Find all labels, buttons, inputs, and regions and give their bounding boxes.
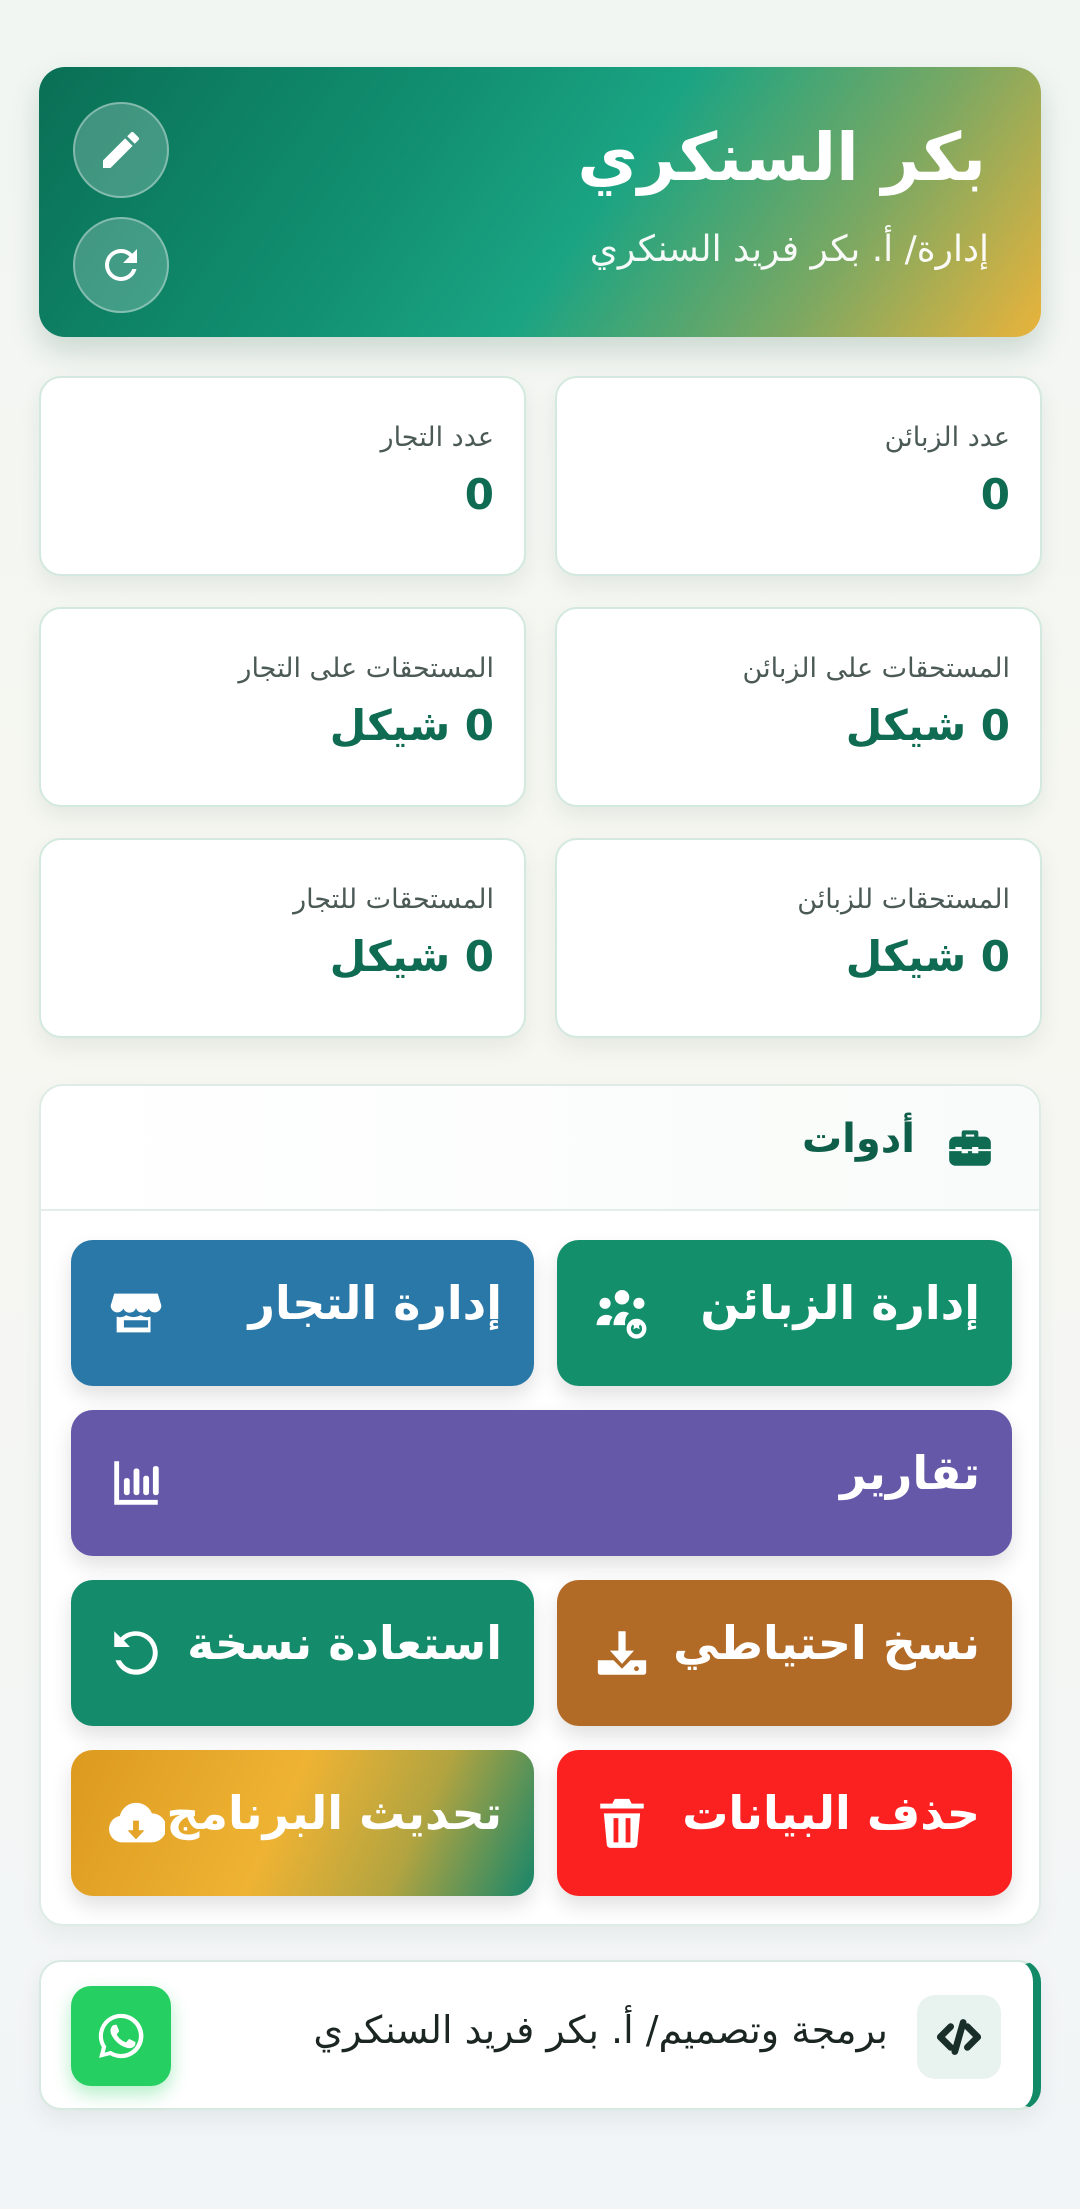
delete-data-button[interactable]: حذف البيانات bbox=[557, 1750, 1012, 1896]
button-label: تقارير bbox=[839, 1446, 980, 1500]
stat-value: 0 شيكل bbox=[329, 701, 494, 750]
header-banner: بكر السنكري إدارة/ أ. بكر فريد السنكري bbox=[39, 67, 1041, 337]
restore-button[interactable]: استعادة نسخة bbox=[71, 1580, 534, 1726]
stat-value: 0 bbox=[980, 470, 1010, 519]
update-program-button[interactable]: تحديث البرنامج bbox=[71, 1750, 534, 1896]
button-label: نسخ احتياطي bbox=[673, 1616, 980, 1670]
stat-value: 0 شيكل bbox=[845, 932, 1010, 981]
whatsapp-button[interactable] bbox=[71, 1986, 171, 2086]
manage-customers-button[interactable]: إدارة الزبائن bbox=[557, 1240, 1012, 1386]
stat-card-due-on-customers: المستحقات على الزبائن 0 شيكل bbox=[555, 607, 1042, 807]
tools-panel: أدوات إدارة الزبائن إدارة التجار تقارير … bbox=[39, 1084, 1041, 1926]
stat-label: عدد الزبائن bbox=[884, 422, 1010, 453]
stat-label: المستحقات للتجار bbox=[293, 884, 494, 915]
stat-label: المستحقات على الزبائن bbox=[742, 653, 1010, 684]
pencil-icon bbox=[103, 132, 139, 168]
footer-credit-bar: برمجة وتصميم/ أ. بكر فريد السنكري bbox=[39, 1960, 1041, 2110]
stat-value: 0 bbox=[464, 470, 494, 519]
stat-value: 0 شيكل bbox=[845, 701, 1010, 750]
refresh-button[interactable] bbox=[73, 217, 169, 313]
button-label: إدارة التجار bbox=[248, 1276, 502, 1330]
stat-value: 0 شيكل bbox=[329, 932, 494, 981]
code-icon bbox=[917, 1995, 1001, 2079]
stat-card-due-to-customers: المستحقات للزبائن 0 شيكل bbox=[555, 838, 1042, 1038]
stat-label: المستحقات على التجار bbox=[238, 653, 494, 684]
button-label: حذف البيانات bbox=[682, 1786, 980, 1840]
tools-header: أدوات bbox=[41, 1086, 1039, 1211]
cloud-download-icon bbox=[107, 1794, 167, 1852]
restore-icon bbox=[107, 1624, 165, 1682]
page-subtitle: إدارة/ أ. بكر فريد السنكري bbox=[589, 229, 989, 270]
chart-icon bbox=[107, 1454, 165, 1512]
tools-title: أدوات bbox=[801, 1116, 915, 1162]
manage-merchants-button[interactable]: إدارة التجار bbox=[71, 1240, 534, 1386]
users-gear-icon bbox=[593, 1284, 651, 1342]
stat-card-customers-count: عدد الزبائن 0 bbox=[555, 376, 1042, 576]
button-label: إدارة الزبائن bbox=[700, 1276, 980, 1330]
stat-card-due-to-merchants: المستحقات للتجار 0 شيكل bbox=[39, 838, 526, 1038]
trash-icon bbox=[593, 1794, 651, 1852]
edit-button[interactable] bbox=[73, 102, 169, 198]
page-title: بكر السنكري bbox=[577, 119, 986, 196]
stat-card-merchants-count: عدد التجار 0 bbox=[39, 376, 526, 576]
button-label: استعادة نسخة bbox=[187, 1616, 502, 1670]
stat-card-due-on-merchants: المستحقات على التجار 0 شيكل bbox=[39, 607, 526, 807]
toolbox-icon bbox=[945, 1122, 995, 1172]
download-icon bbox=[593, 1624, 651, 1682]
whatsapp-icon bbox=[98, 2013, 144, 2059]
credit-text: برمجة وتصميم/ أ. بكر فريد السنكري bbox=[313, 2008, 888, 2052]
stat-label: عدد التجار bbox=[380, 422, 494, 453]
stat-label: المستحقات للزبائن bbox=[797, 884, 1010, 915]
store-icon bbox=[107, 1284, 165, 1342]
button-label: تحديث البرنامج bbox=[166, 1786, 502, 1840]
refresh-icon bbox=[105, 249, 137, 281]
backup-button[interactable]: نسخ احتياطي bbox=[557, 1580, 1012, 1726]
reports-button[interactable]: تقارير bbox=[71, 1410, 1012, 1556]
